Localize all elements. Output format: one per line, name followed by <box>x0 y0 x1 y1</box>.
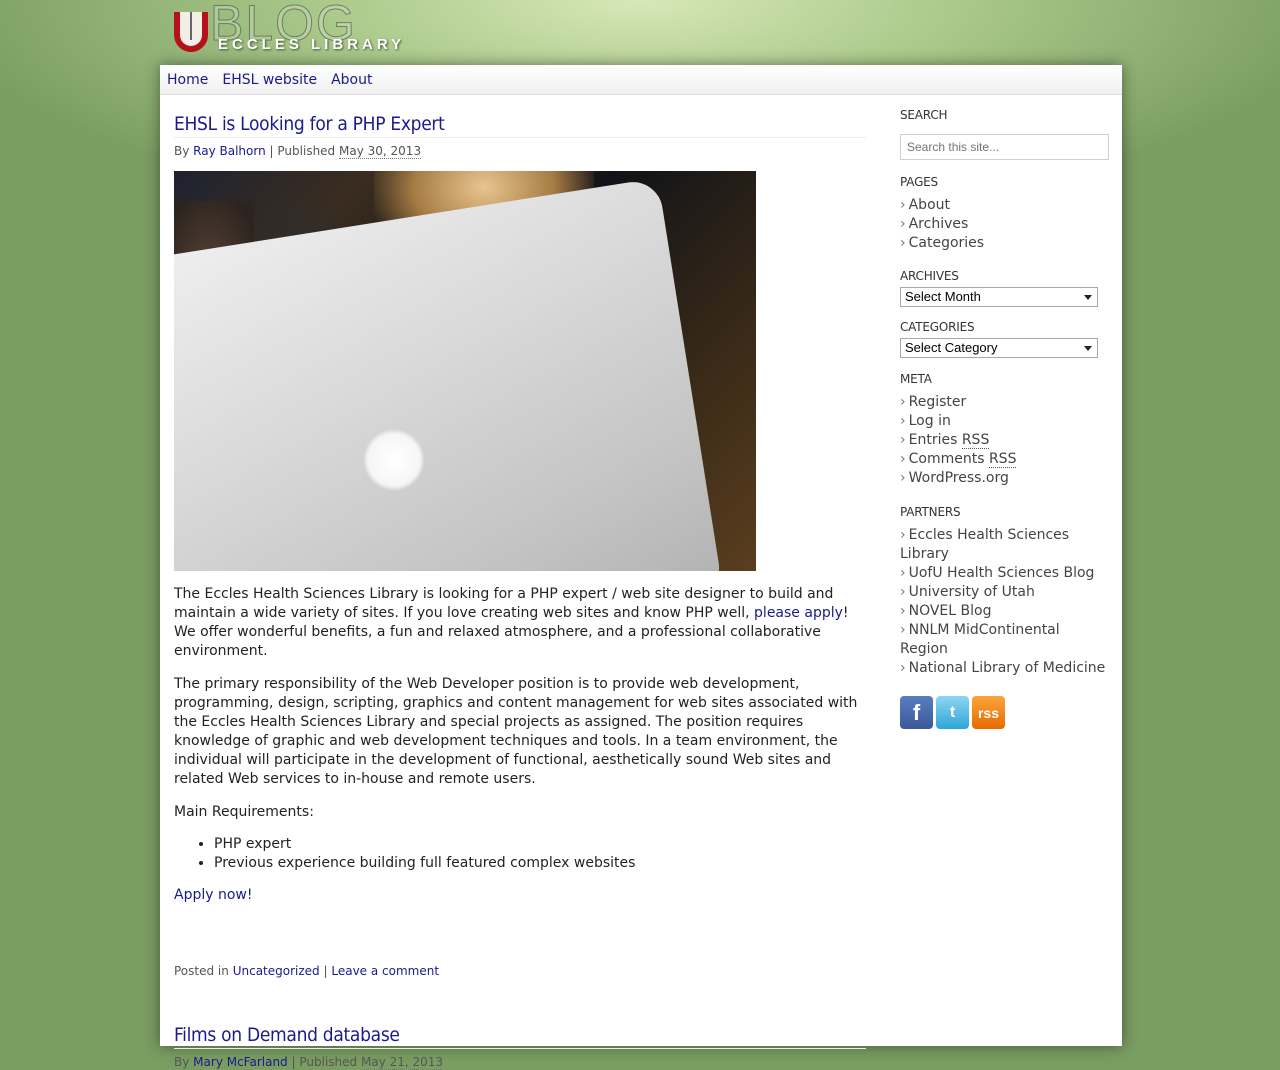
partner-link[interactable]: University of Utah <box>909 584 1035 600</box>
list-item: › Archives <box>900 216 969 232</box>
page-link-categories[interactable]: Categories <box>909 235 984 251</box>
by-label: By <box>174 144 190 158</box>
dropdown-arrow-icon <box>1084 346 1092 351</box>
list-item: › UofU Health Sciences Blog <box>900 565 1095 581</box>
meta-link-login[interactable]: Log in <box>909 413 951 429</box>
social-links: f t rss <box>900 696 1112 729</box>
facebook-icon[interactable]: f <box>900 696 933 729</box>
search-input[interactable] <box>900 134 1109 160</box>
post-date: May 30, 2013 <box>339 144 422 159</box>
partner-link[interactable]: UofU Health Sciences Blog <box>909 565 1095 581</box>
twitter-icon[interactable]: t <box>936 696 969 729</box>
list-item: › National Library of Medicine <box>900 660 1106 676</box>
post-image-laptop <box>174 171 756 571</box>
main-content: EHSL is Looking for a PHP Expert By Ray … <box>174 95 866 1070</box>
list-item: › NNLM MidContinental Region <box>900 622 1060 657</box>
archives-selected-value: Select Month <box>905 289 981 304</box>
widget-title-meta: META <box>900 372 932 386</box>
meta-link-comments-rss[interactable]: Comments RSS <box>909 451 1017 468</box>
widget-title-partners: PARTNERS <box>900 505 961 519</box>
list-item: › Entries RSS <box>900 432 990 449</box>
categories-selected-value: Select Category <box>905 340 998 355</box>
list-item: › NOVEL Blog <box>900 603 992 619</box>
published-label: | Published <box>269 144 336 158</box>
pages-list: › About › Archives › Categories <box>900 196 1112 253</box>
separator: | <box>323 964 328 978</box>
list-item: › About <box>900 197 951 213</box>
main-nav: Home EHSL website About <box>160 65 1122 95</box>
post-paragraph: The Eccles Health Sciences Library is lo… <box>174 585 866 661</box>
published-label: | Published <box>291 1055 358 1069</box>
page-link-archives[interactable]: Archives <box>909 216 969 232</box>
post-paragraph: Main Requirements: <box>174 804 314 820</box>
author-link[interactable]: Mary McFarland <box>193 1055 288 1069</box>
widget-title-archives: ARCHIVES <box>900 269 959 283</box>
partner-link[interactable]: NOVEL Blog <box>909 603 992 619</box>
list-item: › University of Utah <box>900 584 1035 600</box>
partner-link[interactable]: NNLM MidContinental Region <box>900 622 1060 657</box>
please-apply-link[interactable]: please apply <box>754 605 843 621</box>
partner-link[interactable]: National Library of Medicine <box>909 660 1106 676</box>
categories-select[interactable]: Select Category <box>900 338 1098 358</box>
widget-title-pages: PAGES <box>900 175 938 189</box>
meta-link-entries-rss[interactable]: Entries RSS <box>909 432 990 449</box>
post: EHSL is Looking for a PHP Expert By Ray … <box>174 95 866 978</box>
requirements-list: PHP expert Previous experience building … <box>174 835 866 873</box>
archives-select[interactable]: Select Month <box>900 287 1098 307</box>
nav-home[interactable]: Home <box>167 72 208 88</box>
post-meta: By Ray Balhorn | Published May 30, 2013 <box>174 144 866 159</box>
by-label: By <box>174 1055 190 1069</box>
nav-ehsl-website[interactable]: EHSL website <box>222 72 317 88</box>
widget-title-search: SEARCH <box>900 108 948 122</box>
post-footer: Posted in Uncategorized | Leave a commen… <box>174 964 866 978</box>
post-title-link[interactable]: EHSL is Looking for a PHP Expert <box>174 113 445 135</box>
site-logo[interactable]: BLOG ECCLES LIBRARY <box>172 0 412 60</box>
list-item: PHP expert <box>214 835 866 854</box>
sidebar: SEARCH PAGES ›About ›Archives ›Categorie… <box>900 95 1112 729</box>
post-body: The Eccles Health Sciences Library is lo… <box>174 585 866 905</box>
post-meta: By Mary McFarland | Published May 21, 20… <box>174 1055 866 1070</box>
list-item: › Log in <box>900 413 951 429</box>
nav-about[interactable]: About <box>331 72 372 88</box>
list-item: › Register <box>900 394 967 410</box>
logo-library-text: ECCLES LIBRARY <box>218 36 406 53</box>
author-link[interactable]: Ray Balhorn <box>193 144 266 158</box>
post-paragraph: The primary responsibility of the Web De… <box>174 676 858 787</box>
list-item: Previous experience building full featur… <box>214 854 866 873</box>
post-date: May 21, 2013 <box>360 1055 444 1070</box>
list-item: › Comments RSS <box>900 451 1017 468</box>
leave-comment-link[interactable]: Leave a comment <box>331 964 439 978</box>
post-title[interactable]: Films on Demand database <box>174 1006 866 1049</box>
university-u-icon <box>174 12 208 52</box>
meta-link-register[interactable]: Register <box>909 394 967 410</box>
apply-now-link[interactable]: Apply now! <box>174 887 252 903</box>
page-link-about[interactable]: About <box>909 197 950 213</box>
rss-icon[interactable]: rss <box>972 696 1005 729</box>
post-title-link[interactable]: Films on Demand database <box>174 1024 400 1046</box>
list-item: › Categories <box>900 235 985 251</box>
category-link[interactable]: Uncategorized <box>233 964 320 978</box>
page-container: Home EHSL website About EHSL is Looking … <box>160 65 1122 1070</box>
apple-logo-icon <box>364 429 424 491</box>
post-title[interactable]: EHSL is Looking for a PHP Expert <box>174 95 866 138</box>
paragraph-text: The Eccles Health Sciences Library is lo… <box>174 586 834 621</box>
dropdown-arrow-icon <box>1084 295 1092 300</box>
list-item: › WordPress.org <box>900 470 1009 486</box>
post: Films on Demand database By Mary McFarla… <box>174 1006 866 1070</box>
meta-list: › Register › Log in › Entries RSS › Comments… <box>900 393 1112 488</box>
meta-link-wordpress[interactable]: WordPress.org <box>909 470 1009 486</box>
list-item: › Eccles Health Sciences Library <box>900 527 1070 562</box>
partners-list: › Eccles Health Sciences Library › UofU He… <box>900 526 1112 678</box>
posted-in-label: Posted in <box>174 964 229 978</box>
site-header: BLOG ECCLES LIBRARY <box>160 0 1122 65</box>
partner-link[interactable]: Eccles Health Sciences Library <box>900 527 1069 562</box>
widget-title-categories: CATEGORIES <box>900 320 975 334</box>
